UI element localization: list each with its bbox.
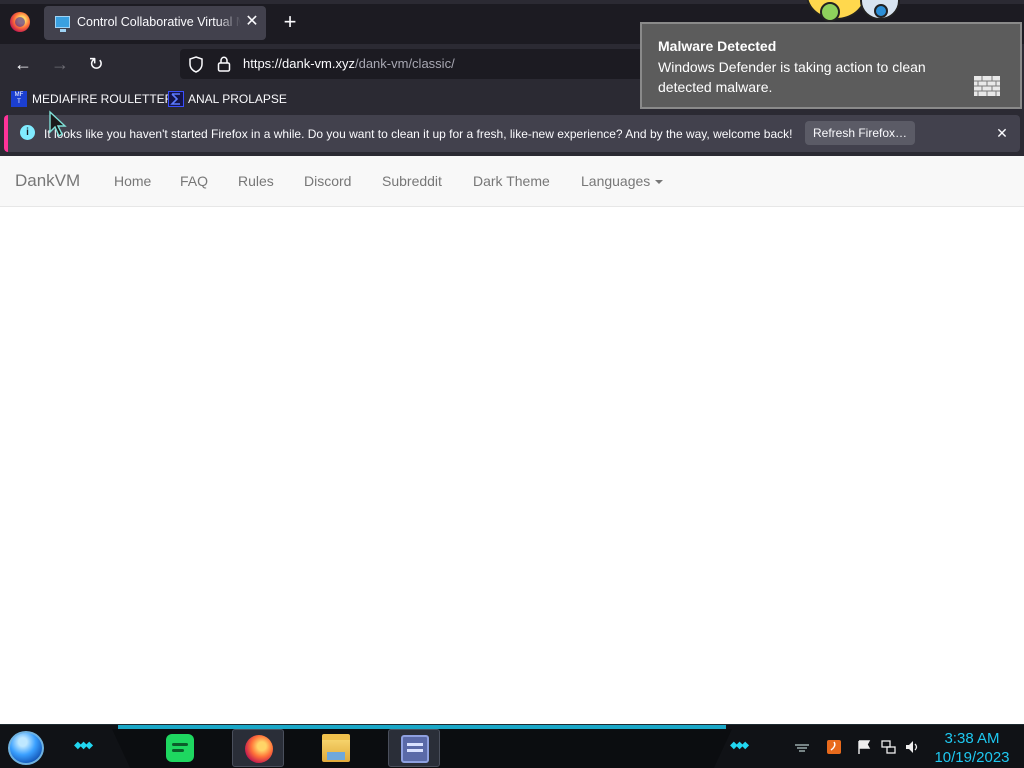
url-host: https://dank-vm.xyz bbox=[243, 56, 355, 71]
taskbar-app-firefox[interactable] bbox=[232, 729, 284, 767]
volume-icon[interactable] bbox=[904, 739, 920, 755]
nav-link-faq[interactable]: FAQ bbox=[180, 173, 208, 189]
forward-button[interactable]: → bbox=[47, 51, 73, 77]
nav-link-discord[interactable]: Discord bbox=[304, 173, 351, 189]
notification-message: It looks like you haven't started Firefo… bbox=[44, 127, 793, 141]
monitor-icon bbox=[55, 16, 70, 32]
reload-button[interactable]: ↻ bbox=[83, 51, 109, 77]
languages-label: Languages bbox=[581, 173, 651, 189]
desktop-wallpaper-art bbox=[800, 0, 930, 22]
mediafire-icon: MF T bbox=[11, 91, 27, 107]
new-tab-button[interactable]: + bbox=[278, 10, 302, 34]
clock-time: 3:38 AM bbox=[944, 730, 1000, 747]
firewall-icon bbox=[974, 76, 1000, 96]
site-navbar: DankVM Home FAQ Rules Discord Subreddit … bbox=[0, 156, 1024, 207]
network-icon[interactable] bbox=[880, 739, 896, 755]
url-text[interactable]: https://dank-vm.xyz/dank-vm/classic/ bbox=[243, 56, 455, 71]
java-tray-icon[interactable] bbox=[826, 739, 842, 755]
file-explorer-icon bbox=[322, 734, 350, 762]
page-content-area bbox=[0, 207, 1024, 724]
nav-link-subreddit[interactable]: Subreddit bbox=[382, 173, 442, 189]
taskbar-app-remote-desktop[interactable] bbox=[388, 729, 440, 767]
notification-close-icon[interactable]: ✕ bbox=[992, 122, 1012, 144]
nav-link-rules[interactable]: Rules bbox=[238, 173, 274, 189]
browser-tab-active[interactable]: Control Collaborative Virtual Machines ✕ bbox=[44, 6, 266, 40]
remote-desktop-icon bbox=[401, 735, 429, 763]
sigma-icon bbox=[168, 91, 184, 107]
bookmark-label: ANAL PROLAPSE bbox=[188, 92, 287, 106]
malware-detected-toast[interactable]: Malware Detected Windows Defender is tak… bbox=[640, 22, 1022, 109]
url-path: /dank-vm/classic/ bbox=[354, 56, 455, 71]
bookmark-label: MEDIAFIRE ROULETTER bbox=[32, 92, 174, 106]
nav-dropdown-languages[interactable]: Languages bbox=[581, 173, 664, 189]
action-center-flag-icon[interactable] bbox=[856, 739, 872, 755]
toast-title: Malware Detected bbox=[658, 38, 777, 54]
tracking-protection-shield-icon[interactable] bbox=[188, 56, 204, 73]
lock-icon[interactable] bbox=[217, 56, 231, 72]
bookmark-mediafire-rouletter[interactable]: MF T MEDIAFIRE ROULETTER bbox=[11, 90, 173, 108]
tab-title: Control Collaborative Virtual Machines bbox=[77, 15, 241, 29]
nav-link-home[interactable]: Home bbox=[114, 173, 151, 189]
refresh-firefox-button[interactable]: Refresh Firefox… bbox=[805, 121, 915, 145]
back-button[interactable]: ← bbox=[10, 51, 36, 77]
tab-close-icon[interactable]: ✕ bbox=[243, 12, 261, 32]
clock-date: 10/19/2023 bbox=[934, 749, 1010, 766]
chevron-decoration-icon: ◆◆◆ bbox=[730, 740, 749, 751]
caret-down-icon bbox=[655, 180, 664, 185]
bookmark-anal-prolapse[interactable]: ANAL PROLAPSE bbox=[168, 90, 287, 108]
mouse-cursor-icon bbox=[49, 110, 67, 138]
system-clock[interactable]: 3:38 AM 10/19/2023 bbox=[928, 729, 1016, 767]
refresh-firefox-notification: i It looks like you haven't started Fire… bbox=[4, 115, 1020, 152]
address-bar[interactable]: https://dank-vm.xyz/dank-vm/classic/ bbox=[180, 49, 650, 79]
firefox-icon bbox=[245, 735, 273, 763]
taskbar-app-spotify[interactable] bbox=[154, 729, 206, 767]
spotify-icon bbox=[166, 734, 194, 762]
firefox-menu-icon[interactable] bbox=[10, 12, 30, 32]
chevron-decoration-icon: ◆◆◆ bbox=[74, 740, 93, 751]
nav-link-dark-theme[interactable]: Dark Theme bbox=[473, 173, 550, 189]
start-button[interactable] bbox=[8, 731, 44, 765]
site-brand[interactable]: DankVM bbox=[15, 171, 80, 191]
windows-taskbar: ◆◆◆ ◆◆◆ 3:38 AM 10/19/2023 bbox=[0, 724, 1024, 768]
taskbar-app-file-explorer[interactable] bbox=[310, 729, 362, 767]
show-hidden-icons-icon[interactable] bbox=[794, 739, 810, 755]
info-icon: i bbox=[20, 125, 35, 140]
toast-body: Windows Defender is taking action to cle… bbox=[658, 59, 926, 95]
